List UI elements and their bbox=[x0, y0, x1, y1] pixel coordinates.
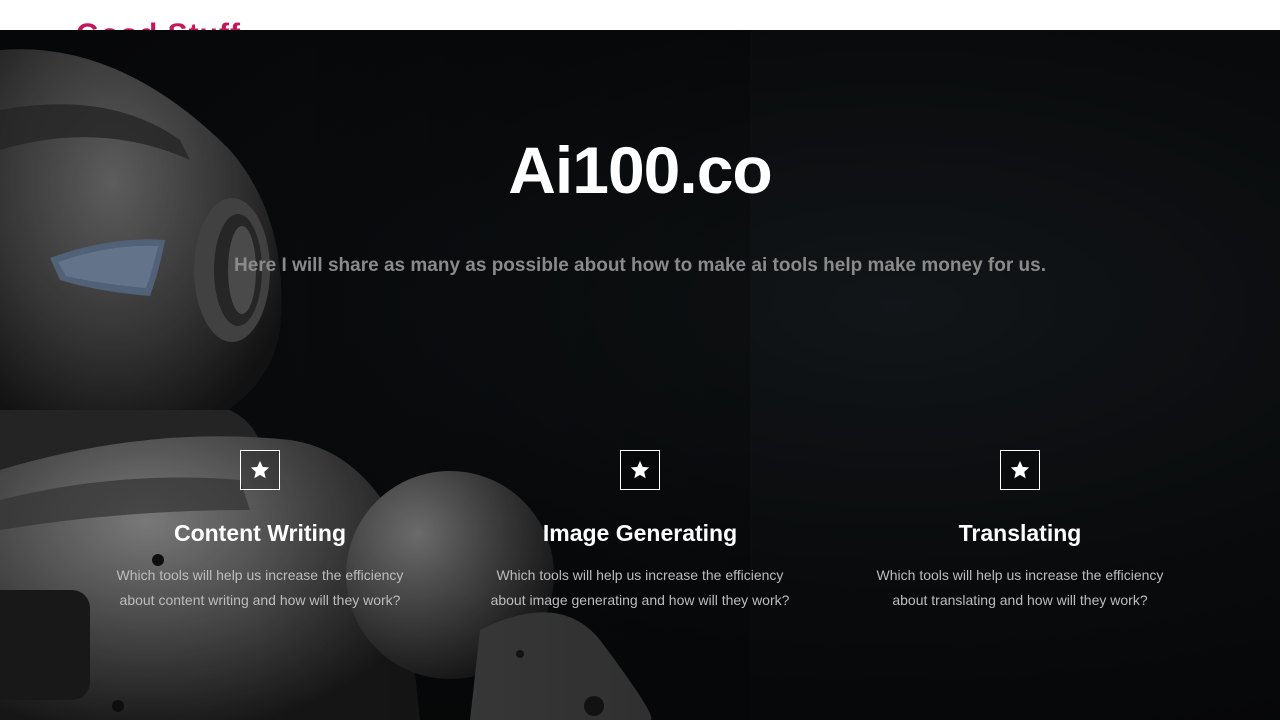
star-icon bbox=[620, 450, 660, 490]
hero-title: Ai100.co bbox=[508, 133, 772, 207]
feature-title[interactable]: Image Generating bbox=[470, 520, 810, 547]
feature-translating: Translating Which tools will help us inc… bbox=[850, 450, 1190, 613]
feature-title[interactable]: Translating bbox=[850, 520, 1190, 547]
feature-title[interactable]: Content Writing bbox=[90, 520, 430, 547]
feature-description: Which tools will help us increase the ef… bbox=[116, 567, 404, 608]
site-header: Good Stuff bbox=[0, 0, 1280, 30]
star-icon bbox=[1000, 450, 1040, 490]
feature-content-writing: Content Writing Which tools will help us… bbox=[90, 450, 430, 613]
star-icon bbox=[240, 450, 280, 490]
site-logo[interactable]: Good Stuff bbox=[76, 18, 241, 30]
hero-subtitle: Here I will share as many as possible ab… bbox=[234, 255, 1046, 276]
hero-section: Ai100.co Here I will share as many as po… bbox=[0, 30, 1280, 720]
feature-description: Which tools will help us increase the ef… bbox=[490, 567, 790, 608]
feature-description: Which tools will help us increase the ef… bbox=[876, 567, 1164, 608]
feature-image-generating: Image Generating Which tools will help u… bbox=[470, 450, 810, 613]
